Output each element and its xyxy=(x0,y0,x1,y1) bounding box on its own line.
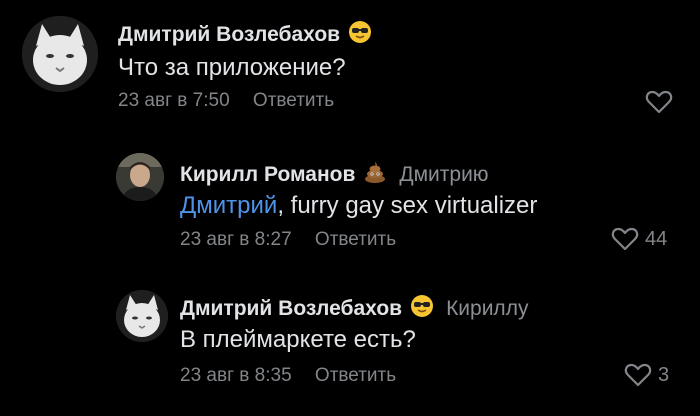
comment-date: 23 авг в 8:35 xyxy=(180,365,292,386)
reply-button[interactable]: Ответить xyxy=(253,90,334,111)
reply-to-label[interactable]: Кириллу xyxy=(446,297,528,321)
comment-body: , furry gay sex virtualizer xyxy=(277,192,538,219)
comment-date: 23 авг в 7:50 xyxy=(118,90,230,111)
sunglasses-face-emoji-icon xyxy=(410,294,434,324)
reply-button[interactable]: Ответить xyxy=(315,365,396,386)
comment-date: 23 авг в 8:27 xyxy=(180,229,292,250)
sunglasses-face-emoji-icon xyxy=(348,20,372,50)
like-count: 3 xyxy=(658,363,670,386)
author-name[interactable]: Кирилл Романов xyxy=(180,163,355,187)
avatar[interactable] xyxy=(116,153,164,201)
heart-icon xyxy=(624,363,652,387)
comment-text: Дмитрий, furry gay sex virtualizer xyxy=(180,192,537,220)
heart-icon xyxy=(645,90,673,114)
heart-icon xyxy=(611,227,639,251)
like-count: 44 xyxy=(645,227,668,250)
avatar[interactable] xyxy=(22,16,98,92)
comment-1: Дмитрий Возлебахов Что за приложение? 23… xyxy=(0,0,700,130)
reply-button[interactable]: Ответить xyxy=(315,229,396,250)
comment-text: В плеймаркете есть? xyxy=(180,326,416,353)
comment-3: Дмитрий Возлебахов Кириллу В плеймаркете… xyxy=(0,280,700,416)
like-button[interactable]: 3 xyxy=(624,362,669,388)
mention-link[interactable]: Дмитрий xyxy=(180,192,277,219)
comment-text: Что за приложение? xyxy=(118,54,346,81)
pile-of-poo-emoji-icon xyxy=(363,160,387,190)
avatar[interactable] xyxy=(116,290,168,342)
author-name[interactable]: Дмитрий Возлебахов xyxy=(180,297,402,321)
comment-2: Кирилл Романов Дмитрию Дмитрий, furry ga… xyxy=(0,140,700,270)
like-button[interactable]: 44 xyxy=(611,226,667,252)
author-name[interactable]: Дмитрий Возлебахов xyxy=(118,23,340,47)
reply-to-label[interactable]: Дмитрию xyxy=(399,163,488,187)
like-button[interactable] xyxy=(645,89,673,115)
